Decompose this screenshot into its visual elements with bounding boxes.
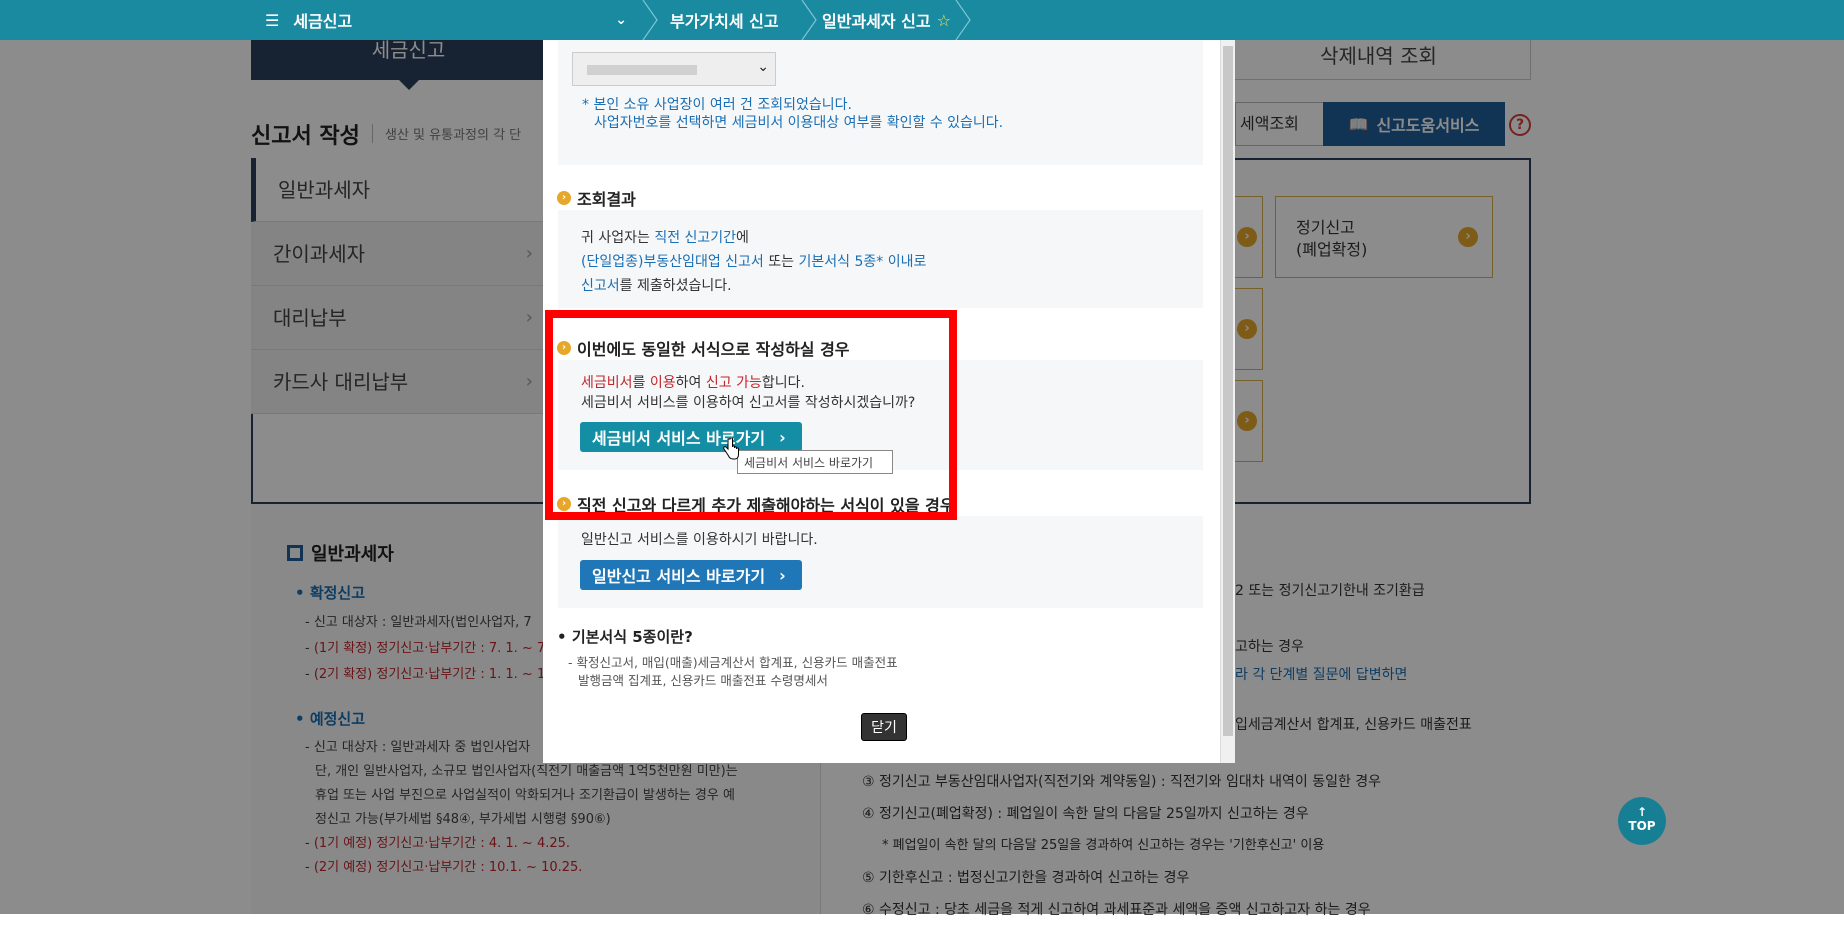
- modal-scrollbar[interactable]: [1220, 40, 1235, 763]
- basic-forms-list: - 확정신고서, 매입(매출)세금계산서 합계표, 신용카드 매출전표 발행금액…: [568, 654, 898, 690]
- text-fragment: 귀 사업자는: [581, 230, 655, 246]
- result-line-3: 신고서를 제출하셨습니다.: [581, 274, 732, 298]
- text-fragment: 신고서: [581, 278, 620, 294]
- close-button[interactable]: 닫기: [861, 713, 907, 741]
- text-fragment: 직전 신고기간: [654, 230, 737, 246]
- breadcrumb-label: 일반과세자 신고: [822, 12, 931, 31]
- text-fragment: 기본서식 5종* 이내로: [798, 254, 927, 270]
- highlight-box: [545, 310, 957, 520]
- menu-label: 세금신고: [293, 12, 353, 31]
- breadcrumb-separator-icon: [801, 0, 817, 40]
- info-line: 발행금액 집계표, 신용카드 매출전표 수령명세서: [578, 673, 828, 688]
- text-fragment: 또는: [763, 254, 799, 270]
- multiple-business-notice: * 본인 소유 사업장이 여러 건 조회되었습니다. 사업자번호를 선택하면 세…: [582, 96, 1003, 132]
- text-fragment: (단일업종)부동산임대업 신고서: [581, 254, 764, 270]
- breadcrumb-separator-icon: [955, 0, 971, 40]
- menu-selector[interactable]: ☰ 세금신고 ⌄: [251, 0, 641, 40]
- basic-forms-title: • 기본서식 5종이란?: [557, 628, 693, 646]
- breadcrumb-vat-return[interactable]: 부가가치세 신고: [670, 0, 779, 40]
- section-title-text: 조회결과: [577, 190, 636, 209]
- chevron-down-icon[interactable]: ⌄: [615, 12, 627, 28]
- title-text: 기본서식 5종이란?: [571, 628, 693, 646]
- breadcrumb-general-taxpayer[interactable]: 일반과세자 신고 ☆: [822, 0, 951, 40]
- arrow-up-icon: ↑: [1636, 805, 1648, 819]
- scroll-to-top-button[interactable]: ↑ TOP: [1618, 797, 1666, 845]
- breadcrumb-separator-icon: [642, 0, 658, 40]
- chevron-down-icon: ⌄: [757, 59, 769, 75]
- general-report-service-button[interactable]: 일반신고 서비스 바로가기 ›: [580, 560, 802, 590]
- hamburger-icon[interactable]: ☰: [265, 11, 279, 30]
- star-favorite-icon[interactable]: ☆: [937, 11, 951, 30]
- result-section-title: › 조회결과: [557, 186, 636, 210]
- text-fragment: 에: [736, 230, 749, 246]
- chevron-right-icon: ›: [779, 565, 786, 585]
- notice-line: 사업자번호를 선택하면 세금비서 이용대상 여부를 확인할 수 있습니다.: [594, 115, 1004, 131]
- button-label: 닫기: [871, 720, 897, 736]
- result-line-2: (단일업종)부동산임대업 신고서 또는 기본서식 5종* 이내로: [581, 250, 926, 274]
- top-label: TOP: [1628, 819, 1656, 833]
- info-line: - 확정신고서, 매입(매출)세금계산서 합계표, 신용카드 매출전표: [568, 655, 898, 670]
- top-navigation-bar: ☰ 세금신고 ⌄ 부가가치세 신고 일반과세자 신고 ☆: [0, 0, 1844, 40]
- scrollbar-thumb[interactable]: [1223, 46, 1233, 736]
- tooltip: 세금비서 서비스 바로가기: [737, 450, 893, 474]
- masked-value: [587, 65, 697, 75]
- general-service-text: 일반신고 서비스를 이용하시기 바랍니다.: [581, 532, 818, 548]
- result-line-1: 귀 사업자는 직전 신고기간에: [581, 226, 749, 250]
- button-label: 일반신고 서비스 바로가기: [592, 567, 766, 586]
- text-fragment: 를 제출하셨습니다.: [619, 278, 732, 294]
- business-number-select[interactable]: ⌄: [572, 52, 776, 86]
- hand-cursor-icon: [723, 438, 739, 460]
- notice-line: * 본인 소유 사업장이 여러 건 조회되었습니다.: [582, 97, 852, 113]
- arrow-bullet-icon: ›: [557, 191, 571, 205]
